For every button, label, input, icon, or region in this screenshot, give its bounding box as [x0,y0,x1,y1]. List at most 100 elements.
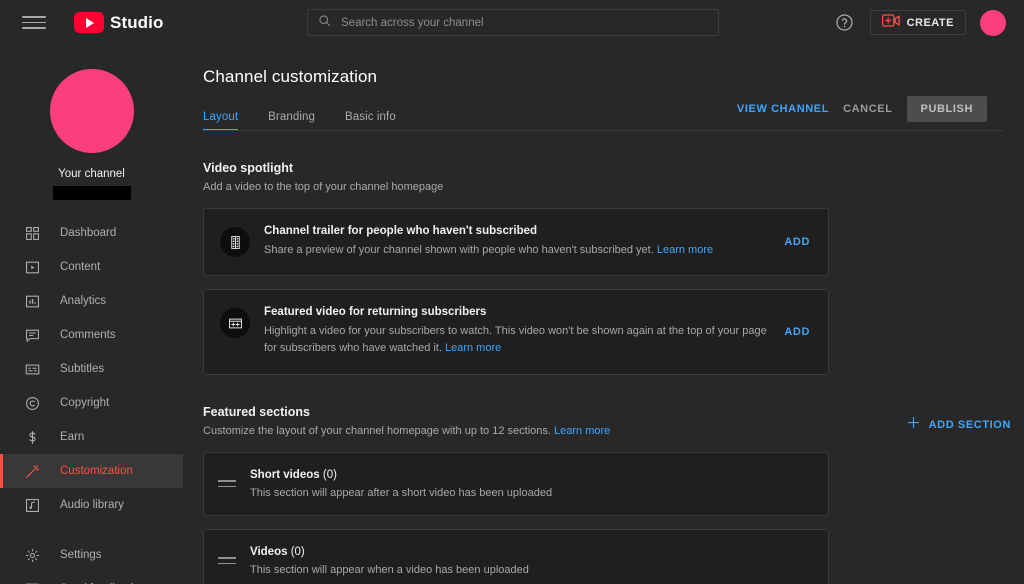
account-avatar[interactable] [980,9,1006,36]
top-bar-actions: CREATE [834,9,1010,36]
sidebar-item-comments[interactable]: Comments [0,318,183,352]
sidebar-item-settings[interactable]: Settings [0,538,183,572]
sidebar-item-subtitles[interactable]: Subtitles [0,352,183,386]
youtube-studio-app: Studio Search across your channel CREATE… [0,0,1024,584]
page-body: Your channel Dashboard Content Analytics… [0,45,1024,584]
row-body: Short videos (0) This section will appea… [236,469,552,499]
audio-note-icon [23,496,42,515]
section-title: Video spotlight [203,161,294,175]
hamburger-icon[interactable] [22,11,46,35]
sidebar-nav: Dashboard Content Analytics Comments Sub… [0,216,183,584]
add-section-button[interactable]: ADD SECTION [906,405,1011,435]
card-description-text: Highlight a video for your subscribers t… [264,325,767,355]
search-box[interactable] [307,9,719,36]
sidebar-label: Copyright [60,397,110,409]
video-spotlight-section: Video spotlight Add a video to the top o… [203,161,1024,375]
youtube-logo-icon [74,12,104,33]
sidebar-item-analytics[interactable]: Analytics [0,284,183,318]
featured-section-row[interactable]: Short videos (0) This section will appea… [203,451,829,516]
drag-handle-icon[interactable] [218,557,236,565]
sidebar-item-earn[interactable]: Earn [0,420,183,454]
view-channel-button[interactable]: VIEW CHANNEL [737,103,829,115]
comments-bubble-icon [23,326,42,345]
search-input[interactable] [341,16,708,29]
sidebar-label: Settings [60,549,102,561]
sidebar-label: Subtitles [60,363,105,375]
featured-section-row[interactable]: Videos (0) This section will appear when… [203,528,829,584]
row-description: This section will appear when a video ha… [250,563,529,576]
row-title: Short videos (0) [250,469,552,481]
drag-handle-icon[interactable] [218,480,236,488]
card-description-text: Share a preview of your channel shown wi… [264,244,657,257]
analytics-bars-icon [23,292,42,311]
sidebar-item-content[interactable]: Content [0,250,183,284]
channel-name: Your channel [58,168,125,180]
row-name: Short videos [250,468,320,481]
search-icon [318,14,331,32]
sidebar-label: Analytics [60,295,107,307]
sidebar-item-customization[interactable]: Customization [0,454,183,488]
card-description: Highlight a video for your subscribers t… [264,323,774,357]
card-description: Share a preview of your channel shown wi… [264,242,774,259]
main-content: Channel customization Layout Branding Ba… [183,45,1024,584]
learn-more-link[interactable]: Learn more [657,244,713,256]
card-title: Featured video for returning subscribers [264,306,487,319]
section-subtitle: Add a video to the top of your channel h… [203,181,444,193]
studio-brand[interactable]: Studio [74,12,163,33]
tab-branding[interactable]: Branding [268,111,315,131]
channel-handle-redacted [52,186,131,200]
featured-video-icon [220,308,250,339]
sidebar-divider-space [0,522,183,538]
create-button[interactable]: CREATE [869,10,966,35]
section-subtitle-text: Customize the layout of your channel hom… [203,424,554,437]
row-name: Videos [250,545,288,558]
tab-bar-divider [203,130,1004,131]
row-count: (0) [290,545,305,558]
sidebar-item-copyright[interactable]: Copyright [0,386,183,420]
copyright-icon [23,394,42,413]
row-body: Videos (0) This section will appear when… [236,546,529,576]
page-title: Channel customization [203,67,378,86]
search-wrapper [307,9,719,36]
plus-icon [906,415,921,435]
add-trailer-button[interactable]: ADD [784,236,828,248]
section-subtitle: Customize the layout of your channel hom… [203,424,610,439]
add-featured-video-button[interactable]: ADD [784,326,828,338]
video-spotlight-header: Video spotlight Add a video to the top o… [203,161,829,195]
subtitles-icon [23,360,42,379]
tab-basic-info[interactable]: Basic info [345,111,396,131]
publish-button[interactable]: PUBLISH [906,96,987,122]
tab-layout[interactable]: Layout [203,111,239,131]
sidebar-item-send-feedback[interactable]: Send feedback [0,572,183,584]
card-body: Channel trailer for people who haven't s… [250,225,784,259]
sidebar-label: Dashboard [60,227,117,239]
dashboard-grid-icon [23,224,42,243]
featured-sections-text: Featured sections Customize the layout o… [203,405,610,439]
learn-more-link[interactable]: Learn more [554,425,610,437]
create-button-label: CREATE [906,16,954,29]
magic-wand-icon [23,462,42,481]
card-body: Featured video for returning subscribers… [250,306,784,357]
featured-video-card: Featured video for returning subscribers… [203,289,829,375]
sidebar-label: Comments [60,329,116,341]
add-section-label: ADD SECTION [928,418,1011,431]
sidebar-label: Content [60,261,101,273]
row-title: Videos (0) [250,546,529,558]
card-title: Channel trailer for people who haven't s… [264,225,538,238]
earn-dollar-icon [23,428,42,447]
help-circle-icon[interactable] [834,12,856,34]
header-actions: VIEW CHANNEL CANCEL PUBLISH [737,96,987,122]
sidebar-item-audio-library[interactable]: Audio library [0,488,183,522]
featured-sections-header: Featured sections Customize the layout o… [203,405,1011,439]
content-play-icon [23,258,42,277]
channel-avatar[interactable] [49,69,134,153]
feedback-icon [23,580,42,584]
video-plus-icon [881,13,900,32]
section-title: Featured sections [203,404,310,419]
brand-label: Studio [110,12,164,32]
sidebar: Your channel Dashboard Content Analytics… [0,45,183,584]
learn-more-link[interactable]: Learn more [445,342,501,354]
cancel-button[interactable]: CANCEL [843,103,892,115]
sidebar-item-dashboard[interactable]: Dashboard [0,216,183,250]
sidebar-label: Customization [60,465,133,477]
